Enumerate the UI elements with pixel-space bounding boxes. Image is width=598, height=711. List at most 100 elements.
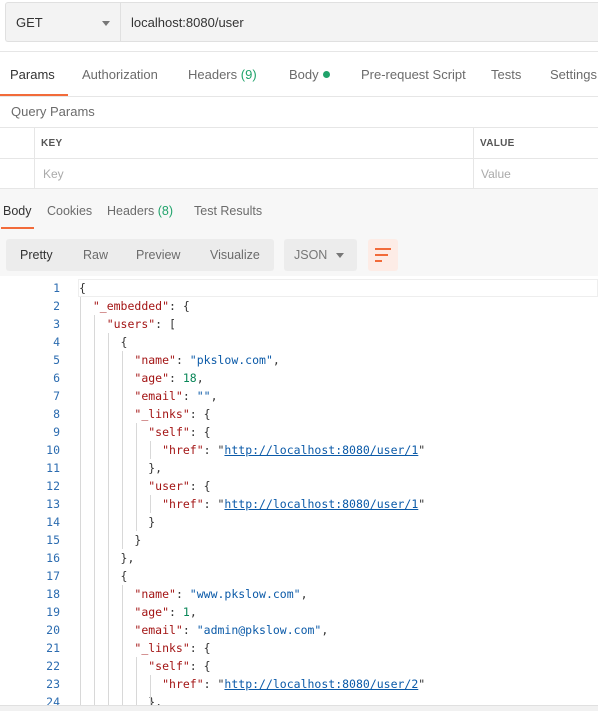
- indent-guide: [136, 657, 137, 705]
- view-mode-group: Pretty Raw Preview Visualize: [6, 239, 274, 271]
- tab-prerequest-script[interactable]: Pre-request Script: [361, 67, 466, 82]
- pretty-button[interactable]: Pretty: [20, 248, 53, 262]
- table-divider: [473, 128, 474, 189]
- indent-guide: [108, 333, 109, 705]
- code-line: 8 "_links": {: [0, 405, 598, 423]
- tab-body-label: Body: [289, 67, 319, 82]
- key-input[interactable]: Key: [43, 167, 64, 181]
- code-line: 19 "age": 1,: [0, 603, 598, 621]
- code-text: "href": "http://localhost:8080/user/1": [162, 497, 426, 511]
- code-line: 9 "self": {: [0, 423, 598, 441]
- format-label: JSON: [294, 248, 328, 262]
- code-text: "self": {: [148, 659, 211, 673]
- response-headers-count: (8): [157, 204, 174, 218]
- code-text: "self": {: [148, 425, 211, 439]
- response-tab-body[interactable]: Body: [3, 204, 32, 218]
- line-number: 5: [53, 353, 60, 367]
- value-column-header: VALUE: [480, 138, 515, 149]
- code-text: "name": "www.pkslow.com",: [134, 587, 308, 601]
- tab-tests-label: Tests: [491, 67, 522, 82]
- visualize-button[interactable]: Visualize: [210, 248, 260, 262]
- line-number: 14: [46, 515, 60, 529]
- line-number: 16: [46, 551, 60, 565]
- line-number: 12: [46, 479, 60, 493]
- code-line: 12 "user": {: [0, 477, 598, 495]
- code-text: "email": "admin@pkslow.com",: [134, 623, 329, 637]
- code-line: 2 "_embedded": {: [0, 297, 598, 315]
- tab-params-label: Params: [10, 67, 55, 82]
- code-line: 24 },: [0, 693, 598, 705]
- horizontal-scrollbar[interactable]: [0, 705, 598, 711]
- method-label: GET: [16, 15, 43, 30]
- code-text: "href": "http://localhost:8080/user/1": [162, 443, 426, 457]
- response-tab-test-results[interactable]: Test Results: [194, 204, 262, 218]
- line-number: 15: [46, 533, 60, 547]
- line-number: 21: [46, 641, 60, 655]
- indent-guide: [136, 423, 137, 531]
- line-number: 3: [53, 317, 60, 331]
- code-text: "user": {: [148, 479, 211, 493]
- request-tabs: Params Authorization Headers (9) Body Pr…: [0, 52, 598, 97]
- code-line: 5 "name": "pkslow.com",: [0, 351, 598, 369]
- code-line: 21 "_links": {: [0, 639, 598, 657]
- line-number: 7: [53, 389, 60, 403]
- active-tab-indicator: [0, 94, 68, 96]
- preview-button[interactable]: Preview: [136, 248, 180, 262]
- indent-guide: [150, 495, 151, 513]
- tab-params[interactable]: Params: [10, 67, 55, 82]
- tab-headers[interactable]: Headers (9): [188, 67, 257, 82]
- query-params-table: KEY VALUE Key Value: [0, 127, 598, 189]
- url-text: localhost:8080/user: [131, 15, 244, 30]
- code-line: 1{: [0, 279, 598, 297]
- response-tab-cookies[interactable]: Cookies: [47, 204, 92, 218]
- tab-prerequest-label: Pre-request Script: [361, 67, 466, 82]
- indent-guide: [150, 441, 151, 459]
- tab-settings-label: Settings: [550, 67, 597, 82]
- active-response-tab-indicator: [1, 227, 34, 229]
- indent-guide: [94, 315, 95, 705]
- code-text: }: [79, 533, 142, 547]
- line-number: 19: [46, 605, 60, 619]
- value-input[interactable]: Value: [481, 167, 511, 181]
- code-line: 4 {: [0, 333, 598, 351]
- code-line: 3 "users": [: [0, 315, 598, 333]
- url-input[interactable]: localhost:8080/user: [120, 2, 598, 42]
- chevron-down-icon: [336, 253, 344, 258]
- code-line: 18 "name": "www.pkslow.com",: [0, 585, 598, 603]
- tab-headers-label: Headers: [188, 67, 238, 82]
- code-text: "age": 1,: [134, 605, 197, 619]
- code-text: "age": 18,: [134, 371, 204, 385]
- code-line: 22 "self": {: [0, 657, 598, 675]
- indent-guide: [122, 585, 123, 705]
- code-line: 6 "age": 18,: [0, 369, 598, 387]
- code-text: "_links": {: [134, 641, 211, 655]
- line-number: 9: [53, 425, 60, 439]
- tab-authorization[interactable]: Authorization: [82, 67, 158, 82]
- code-text: },: [79, 551, 135, 565]
- line-number: 17: [46, 569, 60, 583]
- method-select[interactable]: GET: [5, 2, 120, 42]
- code-text: "_links": {: [134, 407, 211, 421]
- code-line: 23 "href": "http://localhost:8080/user/2…: [0, 675, 598, 693]
- format-select[interactable]: JSON: [284, 239, 357, 271]
- tab-tests[interactable]: Tests: [491, 67, 521, 82]
- line-number: 10: [46, 443, 60, 457]
- line-number: 13: [46, 497, 60, 511]
- current-line-highlight: [78, 279, 598, 297]
- line-number: 1: [53, 281, 60, 295]
- line-number: 24: [46, 695, 60, 705]
- response-tab-headers[interactable]: Headers (8): [107, 204, 173, 218]
- code-text: "name": "pkslow.com",: [134, 353, 280, 367]
- line-number: 22: [46, 659, 60, 673]
- wrap-lines-icon[interactable]: [368, 239, 398, 271]
- raw-button[interactable]: Raw: [83, 248, 108, 262]
- tab-settings[interactable]: Settings: [550, 67, 597, 82]
- line-number: 6: [53, 371, 60, 385]
- response-body-editor[interactable]: 1{2 "_embedded": {3 "users": [4 {5 "name…: [0, 279, 598, 705]
- indent-guide: [80, 297, 81, 705]
- code-line: 16 },: [0, 549, 598, 567]
- tab-body[interactable]: Body: [289, 67, 330, 82]
- line-number: 20: [46, 623, 60, 637]
- code-text: {: [79, 335, 128, 349]
- line-number: 18: [46, 587, 60, 601]
